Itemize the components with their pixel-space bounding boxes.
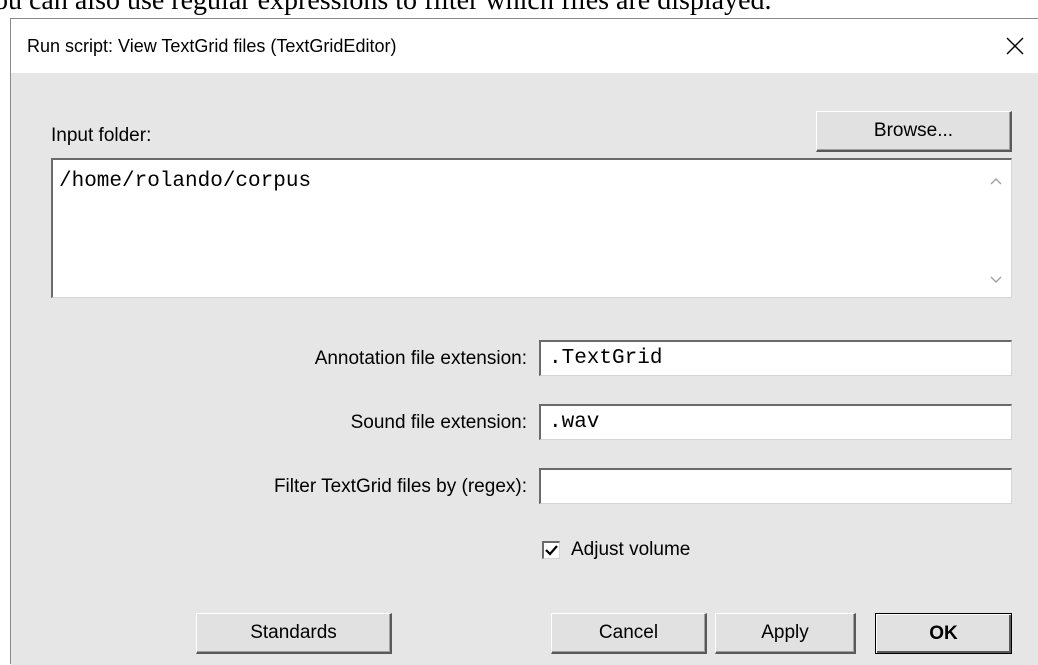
background-caption: ou can also use regular expressions to f…	[0, 0, 772, 16]
adjust-volume-checkbox[interactable]	[542, 541, 560, 559]
vertical-scrollbar[interactable]	[981, 160, 1011, 297]
apply-button[interactable]: Apply	[715, 613, 856, 654]
filter-regex-label: Filter TextGrid files by (regex):	[273, 476, 527, 497]
sound-extension-field[interactable]: .wav	[539, 404, 1012, 440]
annotation-extension-field[interactable]: .TextGrid	[539, 340, 1012, 376]
annotation-extension-label: Annotation file extension:	[314, 348, 527, 369]
chevron-down-icon	[990, 276, 1002, 283]
scroll-down-button[interactable]	[981, 265, 1011, 295]
window-title: Run script: View TextGrid files (TextGri…	[27, 36, 397, 56]
input-folder-value: /home/rolando/corpus	[59, 170, 312, 193]
title-bar: Run script: View TextGrid files (TextGri…	[11, 19, 1038, 73]
chevron-up-icon	[990, 178, 1002, 185]
close-button[interactable]	[992, 19, 1038, 73]
adjust-volume-label[interactable]: Adjust volume	[571, 539, 690, 561]
sound-extension-label: Sound file extension:	[350, 412, 527, 433]
filter-regex-field[interactable]	[539, 468, 1012, 504]
dialog-content: Input folder: Browse... /home/rolando/co…	[11, 73, 1038, 665]
scroll-up-button[interactable]	[981, 166, 1011, 196]
close-icon	[1006, 37, 1024, 55]
cancel-button[interactable]: Cancel	[551, 613, 707, 654]
input-folder-textarea[interactable]: /home/rolando/corpus	[51, 158, 1012, 298]
ok-button[interactable]: OK	[875, 613, 1012, 654]
run-script-dialog: Run script: View TextGrid files (TextGri…	[10, 18, 1038, 665]
standards-button[interactable]: Standards	[196, 613, 392, 654]
browse-button[interactable]: Browse...	[816, 111, 1012, 152]
checkmark-icon	[545, 545, 558, 556]
input-folder-label: Input folder:	[51, 125, 152, 146]
